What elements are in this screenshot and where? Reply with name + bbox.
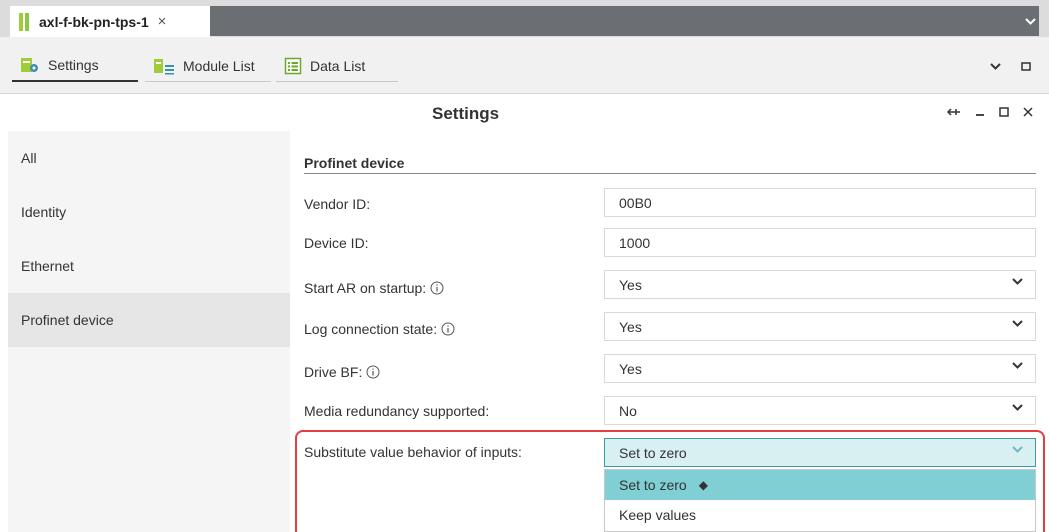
drive-bf-label: Drive BF: <box>304 364 380 380</box>
panel-title: Settings <box>432 104 500 123</box>
nav-item-identity[interactable]: Identity <box>8 185 290 239</box>
section-divider <box>304 173 1036 174</box>
chevron-down-icon <box>1012 320 1023 327</box>
settings-category-nav: All Identity Ethernet Profinet device <box>8 131 290 532</box>
option-label: Set to zero <box>619 477 687 493</box>
nav-item-label: Identity <box>21 204 67 220</box>
dropdown-option-set-to-zero[interactable]: Set to zero ◆ <box>605 470 1035 500</box>
nav-item-ethernet[interactable]: Ethernet <box>8 239 290 293</box>
log-connection-value: Yes <box>619 318 642 335</box>
media-redundancy-label: Media redundancy supported: <box>304 403 489 419</box>
settings-panel-header: Settings <box>0 95 1049 131</box>
pin-icon[interactable] <box>947 107 961 117</box>
nav-item-label: Ethernet <box>21 258 74 274</box>
device-icon <box>19 12 30 31</box>
device-id-value: 1000 <box>619 234 651 251</box>
toolbar-window-controls <box>990 62 1031 71</box>
drive-bf-value: Yes <box>619 360 642 377</box>
close-tab-icon[interactable]: × <box>158 13 167 30</box>
media-redundancy-value: No <box>619 402 637 419</box>
vendor-id-field[interactable]: 00B0 <box>604 188 1036 217</box>
tab-list-chevron-icon[interactable] <box>1022 6 1039 36</box>
document-tab-bar: axl-f-bk-pn-tps-1 × <box>0 0 1049 37</box>
media-redundancy-label-text: Media redundancy supported: <box>304 403 490 419</box>
tab-settings[interactable]: Settings <box>12 50 138 82</box>
log-connection-select[interactable]: Yes <box>604 312 1036 341</box>
substitute-value-label: Substitute value behavior of inputs: <box>304 444 522 460</box>
tab-settings-label: Settings <box>48 57 99 73</box>
start-ar-value: Yes <box>619 276 642 293</box>
media-redundancy-select[interactable]: No <box>604 396 1036 425</box>
chevron-down-icon <box>1012 446 1023 453</box>
drive-bf-select[interactable]: Yes <box>604 354 1036 383</box>
collapse-chevron-icon[interactable] <box>990 63 1001 70</box>
data-list-icon <box>284 57 302 75</box>
section-title: Profinet device <box>304 155 405 171</box>
nav-item-label: All <box>21 150 37 166</box>
info-icon[interactable] <box>441 322 455 336</box>
module-list-icon <box>153 57 175 75</box>
document-tab[interactable]: axl-f-bk-pn-tps-1 × <box>10 6 210 37</box>
info-icon[interactable] <box>430 281 444 295</box>
tab-data-list[interactable]: Data List <box>276 50 398 82</box>
vendor-id-label-text: Vendor ID: <box>304 196 371 212</box>
minimize-icon[interactable] <box>975 107 985 117</box>
device-id-label: Device ID: <box>304 235 369 251</box>
info-icon[interactable] <box>366 365 380 379</box>
vendor-id-label: Vendor ID: <box>304 196 370 212</box>
substitute-value-select[interactable]: Set to zero <box>604 438 1036 467</box>
substitute-value-value: Set to zero <box>619 444 687 461</box>
start-ar-label-text: Start AR on startup: <box>304 280 427 296</box>
chevron-down-icon <box>1012 278 1023 285</box>
panel-controls <box>947 107 1033 117</box>
tab-module-list-label: Module List <box>183 57 255 74</box>
nav-item-all[interactable]: All <box>8 131 290 185</box>
option-label: Keep values <box>619 507 697 523</box>
tab-data-list-label: Data List <box>310 57 366 74</box>
vendor-id-value: 00B0 <box>619 194 652 211</box>
maximize-icon[interactable] <box>1021 62 1031 71</box>
panel-maximize-icon[interactable] <box>999 107 1009 117</box>
drive-bf-label-text: Drive BF: <box>304 364 363 380</box>
chevron-down-icon <box>1012 404 1023 411</box>
device-id-field[interactable]: 1000 <box>604 228 1036 257</box>
device-id-label-text: Device ID: <box>304 235 369 251</box>
close-panel-icon[interactable] <box>1023 107 1033 117</box>
log-connection-label-text: Log connection state: <box>304 321 438 337</box>
log-connection-label: Log connection state: <box>304 321 455 337</box>
substitute-value-label-text: Substitute value behavior of inputs: <box>304 444 522 460</box>
tab-module-list[interactable]: Module List <box>145 50 271 82</box>
selected-marker-icon: ◆ <box>698 478 708 492</box>
nav-item-profinet-device[interactable]: Profinet device <box>8 293 290 347</box>
substitute-value-dropdown: Set to zero ◆ Keep values <box>604 469 1036 532</box>
document-tab-title: axl-f-bk-pn-tps-1 <box>39 13 149 30</box>
dropdown-option-keep-values[interactable]: Keep values <box>605 500 1035 530</box>
start-ar-select[interactable]: Yes <box>604 270 1036 299</box>
settings-gear-icon <box>20 56 40 74</box>
chevron-down-icon <box>1012 362 1023 369</box>
editor-toolbar: Settings Module List Data List <box>0 37 1049 94</box>
nav-item-label: Profinet device <box>21 312 114 328</box>
start-ar-label: Start AR on startup: <box>304 280 444 296</box>
